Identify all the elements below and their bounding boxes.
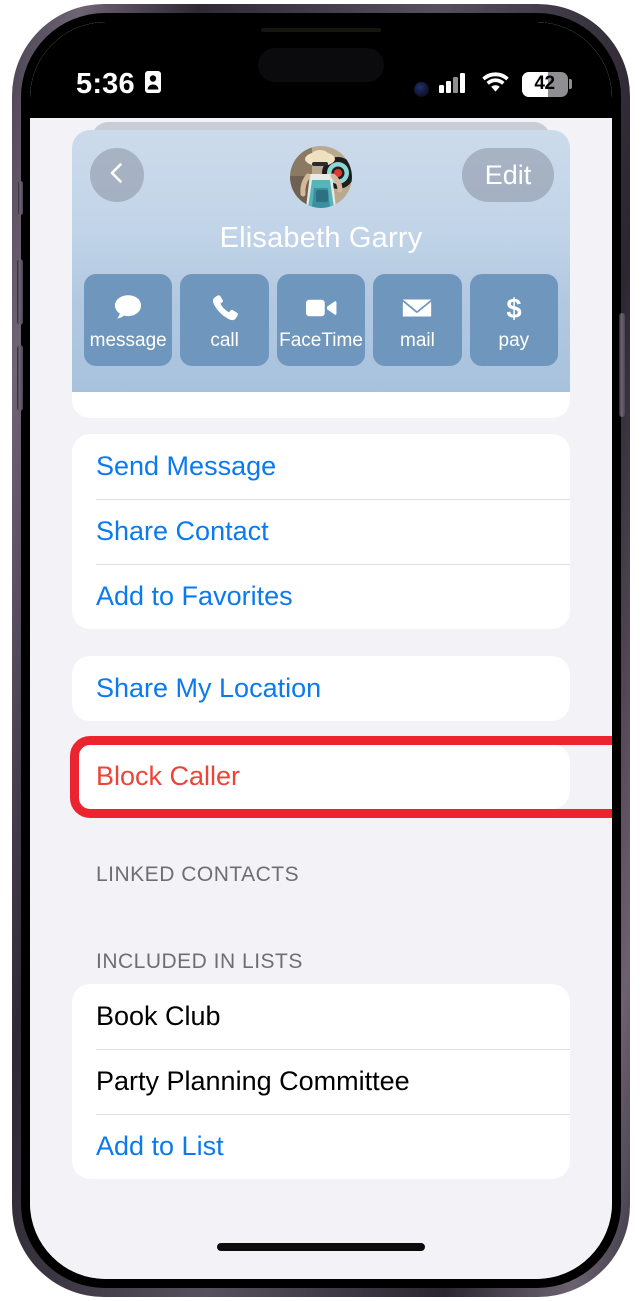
silent-switch[interactable] bbox=[18, 181, 23, 215]
action-label: message bbox=[89, 329, 167, 351]
action-button-mail[interactable]: mail bbox=[373, 274, 462, 366]
row-label: Add to List bbox=[96, 1131, 224, 1161]
row-label: Add to Favorites bbox=[96, 581, 293, 611]
block-card: Block Caller bbox=[72, 744, 570, 809]
navigation-row: Edit bbox=[72, 130, 570, 222]
share-my-location-row[interactable]: Share My Location bbox=[72, 656, 570, 721]
action-label: call bbox=[210, 329, 239, 351]
section-header-linked-contacts: LINKED CONTACTS bbox=[96, 863, 300, 886]
home-indicator[interactable] bbox=[217, 1243, 425, 1251]
chevron-left-icon bbox=[105, 161, 129, 190]
phone-frame: Edit Elisabeth Garry message call FaceTi… bbox=[12, 4, 630, 1297]
phone-handset-icon bbox=[209, 289, 241, 327]
battery-body: 42 bbox=[521, 71, 568, 97]
action-button-facetime[interactable]: FaceTime bbox=[276, 274, 366, 366]
power-button[interactable] bbox=[619, 313, 625, 417]
actions-card: Send Message Share Contact Add to Favori… bbox=[72, 434, 570, 629]
envelope-icon bbox=[400, 289, 434, 327]
list-item-book-club[interactable]: Book Club bbox=[72, 984, 570, 1049]
front-camera bbox=[414, 82, 429, 97]
status-bar: 5:36 42 bbox=[30, 22, 612, 118]
status-bar-right: 42 bbox=[438, 71, 572, 98]
status-bar-left: 5:36 bbox=[76, 68, 162, 101]
earpiece-speaker bbox=[261, 28, 381, 32]
wifi-icon bbox=[481, 71, 510, 98]
list-item-party-planning[interactable]: Party Planning Committee bbox=[72, 1049, 570, 1114]
battery-indicator: 42 bbox=[521, 71, 572, 97]
quick-actions-row: message call FaceTime mail $ pay bbox=[84, 274, 559, 366]
location-card: Share My Location bbox=[72, 656, 570, 721]
row-label: Share My Location bbox=[96, 673, 322, 703]
phone-bezel: Edit Elisabeth Garry message call FaceTi… bbox=[17, 13, 625, 1288]
video-camera-icon bbox=[303, 289, 339, 327]
svg-text:$: $ bbox=[506, 293, 521, 324]
battery-level: 42 bbox=[534, 73, 555, 94]
row-label: Book Club bbox=[96, 1001, 221, 1031]
contact-header: Edit Elisabeth Garry message call FaceTi… bbox=[72, 130, 570, 392]
row-label: Party Planning Committee bbox=[96, 1066, 410, 1096]
edit-label: Edit bbox=[484, 159, 532, 190]
share-contact-row[interactable]: Share Contact bbox=[72, 499, 570, 564]
volume-up-button[interactable] bbox=[17, 259, 23, 325]
lists-card: Book Club Party Planning Committee Add t… bbox=[72, 984, 570, 1179]
message-bubble-icon bbox=[111, 289, 145, 327]
avatar[interactable] bbox=[290, 146, 352, 208]
battery-cap bbox=[569, 79, 572, 89]
section-header-included-in-lists: INCLUDED IN LISTS bbox=[96, 950, 303, 973]
action-button-message[interactable]: message bbox=[84, 274, 173, 366]
send-message-row[interactable]: Send Message bbox=[72, 434, 570, 499]
cellular-bars-icon bbox=[438, 71, 469, 98]
row-label: Block Caller bbox=[96, 761, 241, 791]
row-label: Share Contact bbox=[96, 516, 269, 546]
phone-screen: Edit Elisabeth Garry message call FaceTi… bbox=[30, 22, 612, 1279]
partially-scrolled-card bbox=[72, 392, 570, 418]
volume-down-button[interactable] bbox=[17, 345, 23, 411]
back-button[interactable] bbox=[90, 148, 144, 202]
edit-button[interactable]: Edit bbox=[462, 148, 554, 202]
block-caller-row[interactable]: Block Caller bbox=[72, 744, 570, 809]
action-button-call[interactable]: call bbox=[180, 274, 269, 366]
row-label: Send Message bbox=[96, 451, 277, 481]
dollar-sign-icon: $ bbox=[499, 289, 529, 327]
action-button-pay[interactable]: $ pay bbox=[469, 274, 559, 366]
action-label: FaceTime bbox=[279, 329, 363, 351]
add-to-favorites-row[interactable]: Add to Favorites bbox=[72, 564, 570, 629]
id-card-icon bbox=[144, 70, 162, 99]
action-label: pay bbox=[498, 329, 530, 351]
action-label: mail bbox=[400, 329, 435, 351]
status-bar-clock: 5:36 bbox=[76, 67, 135, 100]
contact-detail-page: Edit Elisabeth Garry message call FaceTi… bbox=[30, 22, 612, 1279]
dynamic-island bbox=[258, 48, 384, 82]
add-to-list-row[interactable]: Add to List bbox=[72, 1114, 570, 1179]
page-title: Elisabeth Garry bbox=[219, 222, 423, 254]
